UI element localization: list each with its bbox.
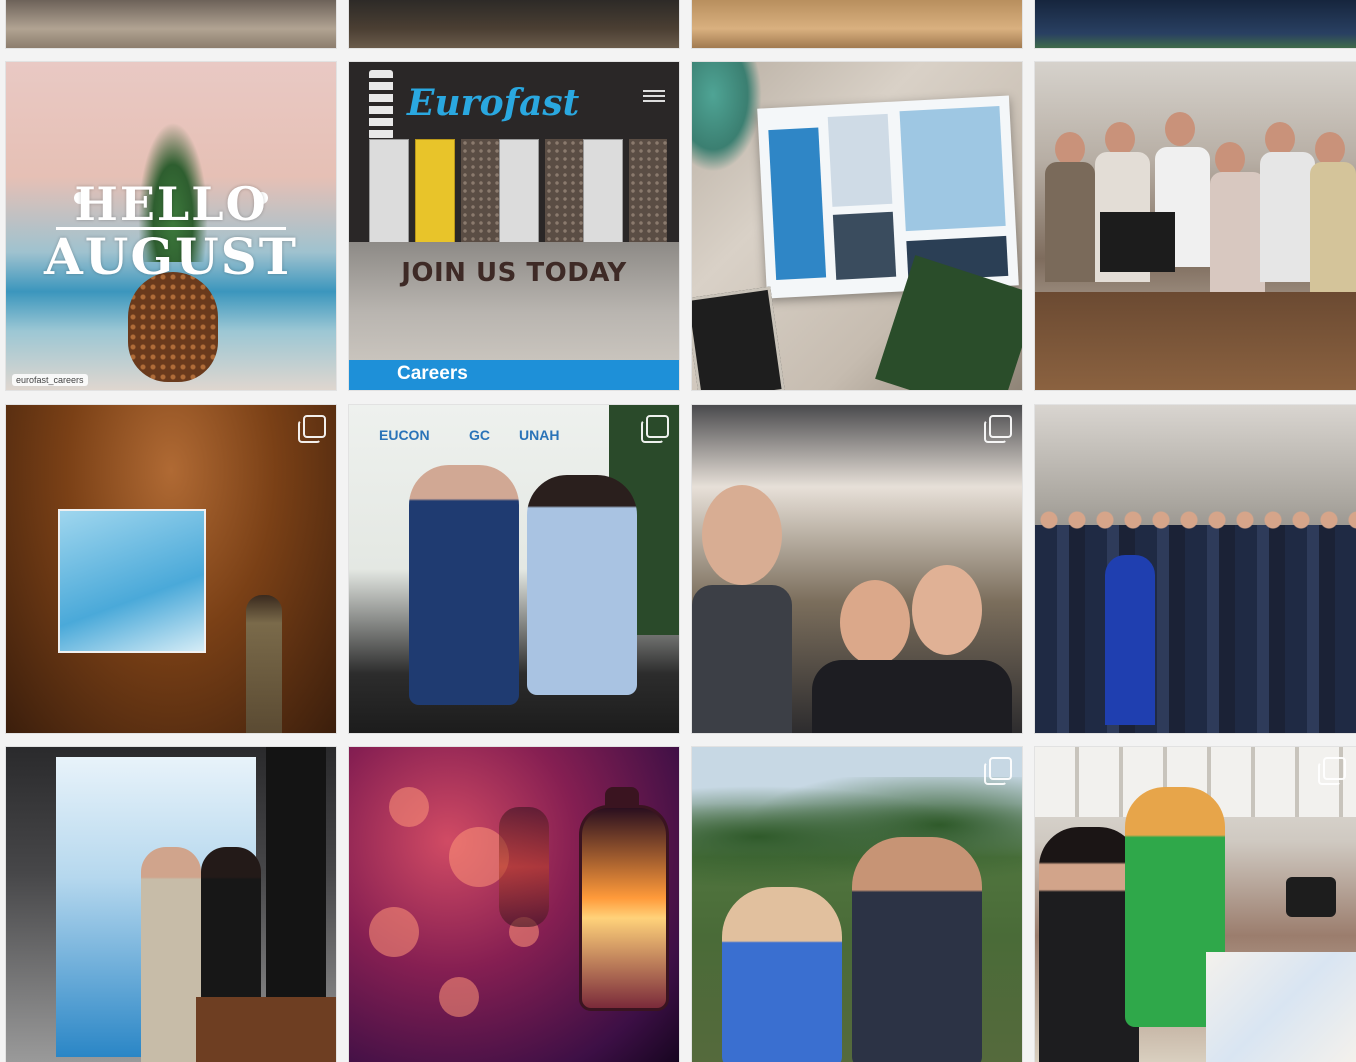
door-image	[415, 139, 455, 244]
post-tile[interactable]	[692, 0, 1022, 48]
post-tile[interactable]	[349, 0, 679, 48]
post-presentation[interactable]	[6, 405, 336, 733]
post-group-stairs[interactable]	[1035, 405, 1356, 733]
post-lantern[interactable]	[349, 747, 679, 1062]
footer-label: Careers	[397, 363, 468, 384]
sponsor-logo: GC	[469, 427, 490, 443]
dark-banner	[266, 747, 326, 1007]
heads-row	[1035, 505, 1356, 535]
headline: JOIN US TODAY	[401, 258, 627, 288]
person-body	[812, 660, 1012, 733]
post-magazine[interactable]	[692, 62, 1022, 390]
person-face	[840, 580, 910, 665]
post-tile[interactable]	[6, 0, 336, 48]
blue-dress	[1105, 555, 1155, 725]
phone-image	[1286, 877, 1336, 917]
door-image	[499, 139, 539, 244]
post-title-line1: HELLO	[74, 177, 268, 231]
crowd-image	[1035, 525, 1356, 733]
lantern-image	[579, 805, 669, 1011]
table-image	[1035, 292, 1356, 390]
person-man	[852, 837, 982, 1062]
magazine-image	[757, 95, 1019, 299]
multiple-photos-icon	[982, 757, 1012, 785]
speaker-image	[246, 595, 282, 733]
plant-image	[692, 62, 762, 172]
post-tile[interactable]	[1035, 0, 1356, 48]
speaker-woman	[527, 475, 637, 695]
post-booth[interactable]	[6, 747, 336, 1062]
post-outdoor[interactable]	[692, 747, 1022, 1062]
logo-stack-icon	[369, 70, 393, 140]
post-careers[interactable]: Eurofast JOIN US TODAY Careers	[349, 62, 679, 390]
door-image	[369, 139, 409, 244]
wall-panel	[545, 139, 583, 242]
sponsor-logo: EUCON	[379, 427, 430, 443]
post-hello-august[interactable]: HELLO AUGUST eurofast_careers	[6, 62, 336, 390]
post-team-photo[interactable]	[1035, 62, 1356, 390]
brand-name: Eurofast	[407, 82, 580, 124]
person-woman	[1039, 827, 1139, 1062]
person-face	[702, 485, 782, 585]
multiple-photos-icon	[982, 415, 1012, 443]
papers-image	[1206, 952, 1356, 1062]
tablet-image	[692, 286, 785, 390]
multiple-photos-icon	[639, 415, 669, 443]
menu-icon	[643, 90, 665, 104]
wall-panel	[461, 139, 499, 242]
wall-panel	[629, 139, 667, 242]
post-panel-discussion[interactable]: EUCON GC UNAH	[349, 405, 679, 733]
multiple-photos-icon	[296, 415, 326, 443]
projector-screen	[58, 509, 206, 653]
sponsor-logo: UNAH	[519, 427, 560, 443]
multiple-photos-icon	[1316, 757, 1346, 785]
post-title-line2: AUGUST	[43, 227, 299, 286]
post-selfie[interactable]	[692, 405, 1022, 733]
laptop-image	[1100, 212, 1175, 272]
person-woman	[722, 887, 842, 1062]
speaker-man	[409, 465, 519, 705]
lantern-small	[499, 807, 549, 927]
person-man	[141, 847, 201, 1062]
person-face	[912, 565, 982, 655]
account-handle: eurofast_careers	[12, 374, 88, 386]
post-office[interactable]	[1035, 747, 1356, 1062]
table-image	[196, 997, 336, 1062]
door-image	[583, 139, 623, 244]
person-body	[692, 585, 792, 733]
